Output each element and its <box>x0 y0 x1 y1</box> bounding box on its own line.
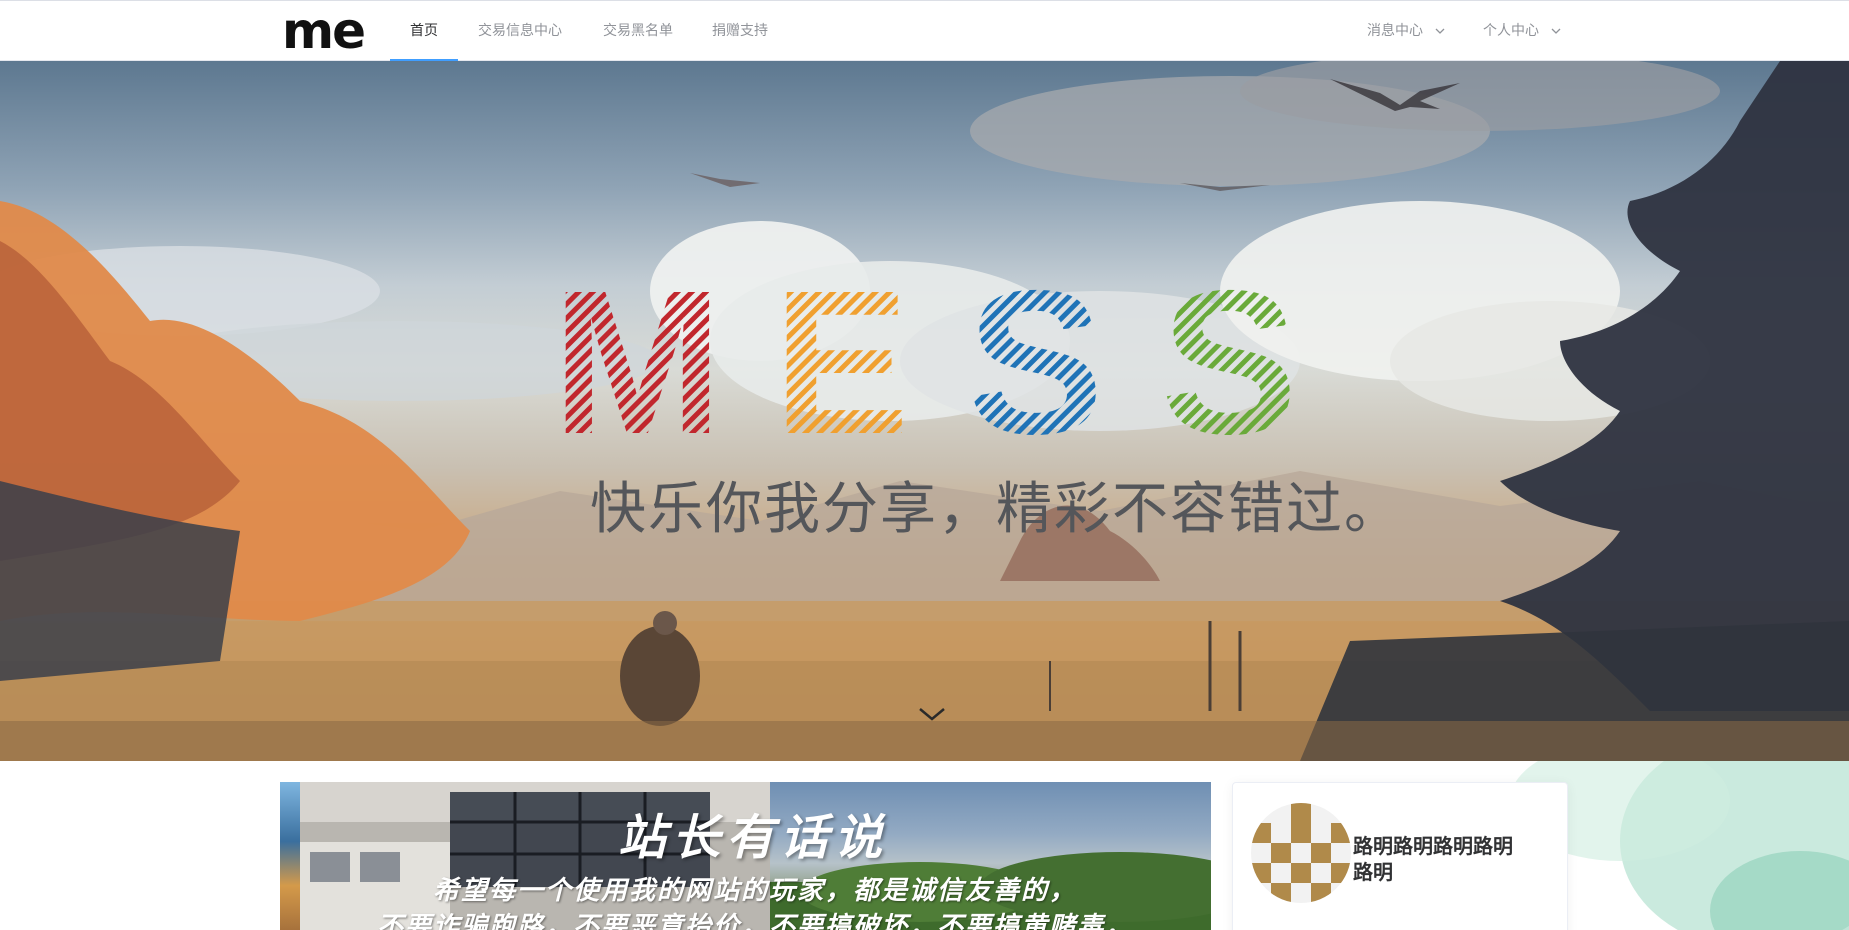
nav-donate[interactable]: 捐赠支持 <box>704 1 776 61</box>
chevron-down-icon <box>1435 28 1445 34</box>
content-section: 站长有话说 希望每一个使用我的网站的玩家，都是诚信友善的， 不要诈骗跑路，不要恶… <box>0 761 1849 930</box>
hero-letter-s2: S <box>1161 248 1298 477</box>
message-center-label: 消息中心 <box>1367 23 1423 39</box>
banner-line-2: 不要诈骗跑路，不要恶意抬价，不要搞破坏，不要搞黄赌毒， <box>376 912 1133 930</box>
top-navbar: me 首页 交易信息中心 交易黑名单 捐赠支持 消息中心 个人中心 <box>0 0 1849 61</box>
checker-avatar-icon <box>1251 803 1351 903</box>
carousel-prev-slide[interactable] <box>280 782 300 930</box>
profile-name: 路明路明路明路明路明 <box>1353 834 1513 884</box>
personal-center-menu[interactable]: 个人中心 <box>1483 1 1561 61</box>
hero-letter-s1: S <box>967 248 1104 477</box>
hero-banner: M E S S 快乐你我分享，精彩不容错过。 <box>0 61 1849 761</box>
banner-title: 站长有话说 <box>618 810 889 866</box>
logo-icon: me <box>282 2 366 60</box>
hero-letter-e: E <box>773 248 910 477</box>
hero-slogan: 快乐你我分享，精彩不容错过。 <box>590 477 1402 542</box>
message-center-menu[interactable]: 消息中心 <box>1367 1 1445 61</box>
banner-line-1: 希望每一个使用我的网站的玩家，都是诚信友善的， <box>432 876 1077 906</box>
svg-text:me: me <box>282 6 364 58</box>
avatar[interactable] <box>1251 803 1351 903</box>
profile-card: 路明路明路明路明路明 <box>1232 782 1568 930</box>
nav-trade-blacklist[interactable]: 交易黑名单 <box>592 1 684 61</box>
hero-letter-m: M <box>552 248 723 477</box>
nav-home[interactable]: 首页 <box>390 1 458 61</box>
chevron-down-icon[interactable] <box>918 707 946 721</box>
announcement-banner[interactable]: 站长有话说 希望每一个使用我的网站的玩家，都是诚信友善的， 不要诈骗跑路，不要恶… <box>300 782 1211 930</box>
chevron-down-icon <box>1551 28 1561 34</box>
site-logo[interactable]: me <box>282 2 374 60</box>
personal-center-label: 个人中心 <box>1483 23 1539 39</box>
nav-trade-info[interactable]: 交易信息中心 <box>470 1 570 61</box>
hero-title-mess: M E S S <box>552 248 1298 477</box>
